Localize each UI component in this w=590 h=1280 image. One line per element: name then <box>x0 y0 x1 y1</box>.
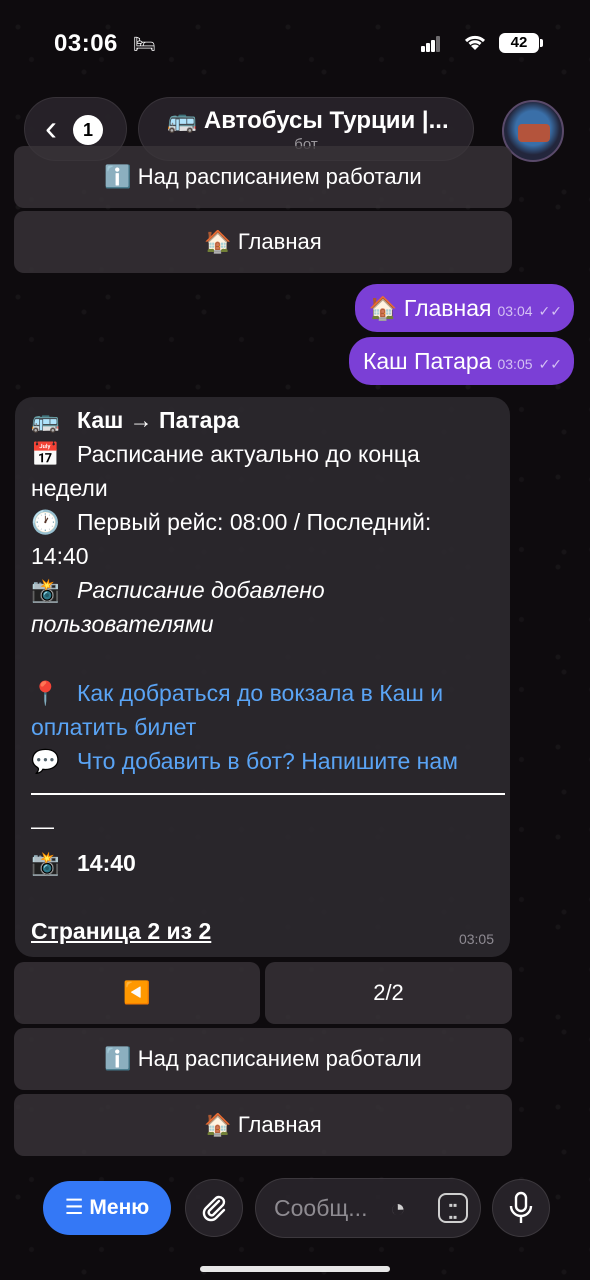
sticker-icon[interactable]: ◔ <box>390 1179 406 1237</box>
chat-title: 🚌 Автобусы Турции |... <box>167 107 449 134</box>
camera-icon: 📸 <box>31 850 60 876</box>
message-text: Каш Патара <box>362 348 492 374</box>
added-text-line2: пользователями <box>31 611 214 637</box>
home-button[interactable]: 🏠 Главная <box>14 1094 512 1156</box>
message-time: 03:05 <box>458 931 494 947</box>
unread-badge: 1 <box>73 115 103 145</box>
added-text-line1: Расписание добавлено <box>77 577 325 603</box>
message-input[interactable]: Сообщ... ◔ ▪▪ ▪▪ <box>255 1178 481 1238</box>
home-indicator <box>200 1266 390 1272</box>
calendar-icon: 📅 <box>31 441 60 467</box>
speech-bubble-icon: 💬 <box>31 748 60 774</box>
actual-text-line1: Расписание актуально до конца <box>77 441 420 467</box>
home-button-top[interactable]: 🏠 Главная <box>14 211 512 273</box>
wifi-icon <box>462 32 488 58</box>
battery-indicator: 42 <box>499 33 543 53</box>
feedback-link[interactable]: Что добавить в бот? Напишите нам <box>77 748 458 774</box>
pin-icon: 📍 <box>31 680 60 706</box>
sleep-mode-icon: 🛏 <box>133 34 156 54</box>
outgoing-message[interactable]: Каш Патара 03:05 ✓✓ <box>348 337 574 385</box>
status-bar: 03:06 🛏 42 <box>0 28 590 62</box>
station-link[interactable]: Как добраться до вокзала в Каш и <box>77 680 443 706</box>
first-last-line1: Первый рейс: 08:00 / Последний: <box>77 509 432 535</box>
message-time: 03:04 <box>497 303 533 319</box>
divider-tail: — <box>31 813 54 839</box>
outgoing-message[interactable]: 🏠 Главная 03:04 ✓✓ <box>354 284 574 332</box>
double-check-icon: ✓✓ <box>538 356 562 372</box>
clock-icon: 🕐 <box>31 509 60 535</box>
emoji-grid-icon[interactable]: ▪▪ ▪▪ <box>438 1193 468 1223</box>
divider <box>31 793 505 795</box>
route-title: Каш → Патара <box>77 407 240 433</box>
status-time: 03:06 <box>54 30 118 57</box>
station-link-line2[interactable]: оплатить билет <box>31 714 196 740</box>
microphone-icon[interactable] <box>492 1179 550 1237</box>
info-button[interactable]: ℹ️ Над расписанием работали <box>14 1028 512 1090</box>
message-input-placeholder: Сообщ... <box>274 1195 368 1221</box>
menu-button[interactable]: ☰ Меню <box>43 1181 171 1235</box>
page-counter-button[interactable]: 2/2 <box>265 962 512 1024</box>
bot-message[interactable]: 🚌 Каш → Патара 📅 Расписание актуально до к… <box>15 397 510 957</box>
info-button-top[interactable]: ℹ️ Над расписанием работали <box>14 146 512 208</box>
double-check-icon: ✓✓ <box>538 303 562 319</box>
paperclip-icon[interactable] <box>185 1179 243 1237</box>
schedule-time: 14:40 <box>77 850 136 876</box>
message-text: 🏠 Главная <box>368 295 492 321</box>
actual-text-line2: недели <box>31 475 108 501</box>
previous-page-button[interactable]: ◀️ <box>14 962 260 1024</box>
first-last-line2: 14:40 <box>31 543 89 569</box>
page-indicator: Страница 2 из 2 <box>31 918 212 944</box>
camera-icon: 📸 <box>31 577 60 603</box>
cellular-signal-icon <box>421 36 441 52</box>
bus-icon: 🚌 <box>31 407 60 433</box>
chevron-left-icon: ‹ <box>45 107 57 148</box>
message-time: 03:05 <box>497 356 533 372</box>
